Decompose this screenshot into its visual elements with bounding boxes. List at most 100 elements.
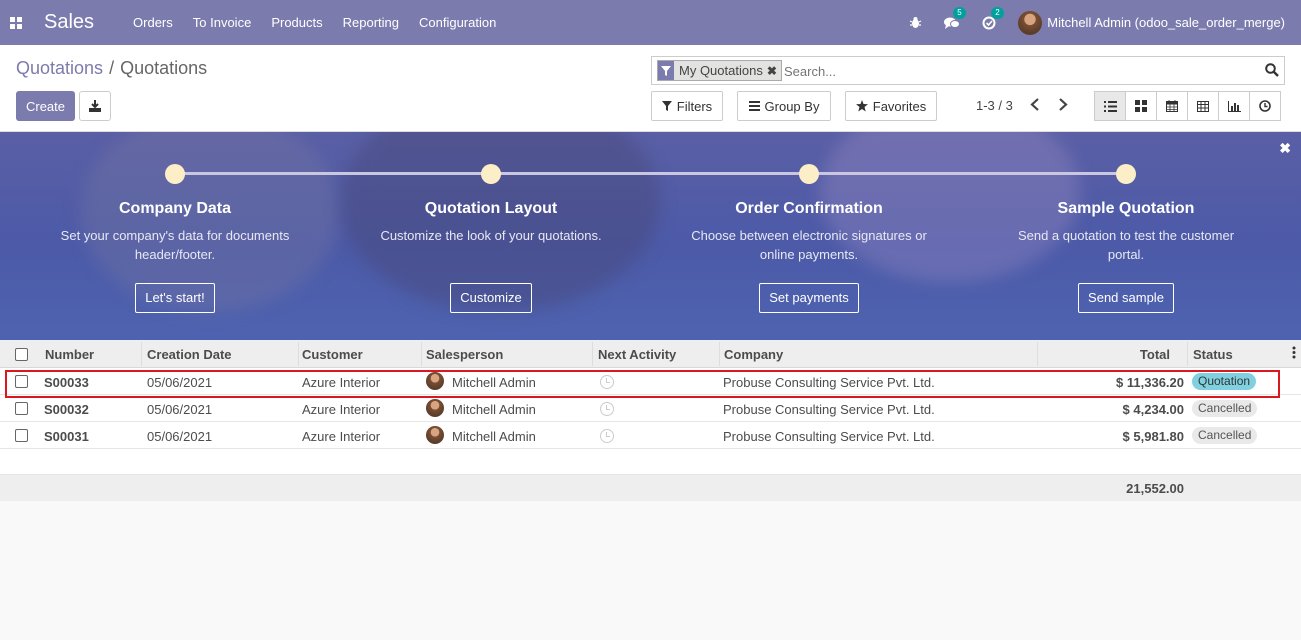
breadcrumb: Quotations / Quotations (16, 58, 207, 79)
company: Probuse Consulting Service Pvt. Ltd. (723, 429, 935, 444)
step-description: Set your company's data for documents he… (60, 228, 290, 262)
step-description: Send a quotation to test the customer po… (1017, 228, 1235, 262)
close-icon[interactable]: ✖ (1279, 140, 1291, 157)
column-number[interactable]: Number (45, 347, 94, 362)
create-button[interactable]: Create (16, 91, 75, 121)
menu-reporting[interactable]: Reporting (343, 15, 399, 30)
kanban-view-button[interactable] (1125, 91, 1157, 121)
calendar-view-button[interactable] (1156, 91, 1188, 121)
favorites-button[interactable]: Favorites (845, 91, 937, 121)
order-number: S00031 (44, 429, 89, 444)
step-title: Company Data (118, 200, 232, 217)
column-divider (719, 342, 720, 366)
pager-value[interactable]: 1-3 / 3 (976, 98, 1013, 113)
table-header: Number Creation Date Customer Salesperso… (0, 340, 1301, 368)
messages-badge: 5 (953, 6, 966, 19)
bars-icon (748, 101, 760, 111)
activities-icon[interactable]: 2 (982, 6, 1004, 30)
user-menu[interactable]: Mitchell Admin (odoo_sale_order_merge) (1047, 15, 1285, 30)
row-checkbox[interactable] (15, 429, 28, 442)
filters-button[interactable]: Filters (651, 91, 723, 121)
pivot-icon (1197, 100, 1209, 112)
step-description: Customize the look of your quotations. (380, 228, 602, 243)
breadcrumb-parent[interactable]: Quotations (16, 58, 103, 78)
column-total[interactable]: Total (1140, 347, 1170, 362)
chevron-left-icon[interactable] (1030, 98, 1040, 114)
clock-icon[interactable] (600, 402, 614, 416)
list-view-button[interactable] (1094, 91, 1126, 121)
search-bar: My Quotations ✖ (651, 56, 1285, 85)
menu-configuration[interactable]: Configuration (419, 15, 496, 30)
breadcrumb-separator: / (109, 58, 115, 78)
step-dot (165, 164, 185, 184)
salesperson-avatar (426, 399, 444, 417)
step-title: Order Confirmation (735, 200, 883, 217)
status-badge: Cancelled (1192, 427, 1258, 444)
graph-view-button[interactable] (1218, 91, 1250, 121)
lets-start-button[interactable]: Let's start! (135, 283, 215, 313)
row-checkbox[interactable] (15, 402, 28, 415)
clock-icon[interactable] (600, 429, 614, 443)
table-row[interactable]: S00032 05/06/2021 Azure Interior Mitchel… (0, 395, 1301, 422)
debug-bug-icon[interactable] (909, 16, 922, 29)
salesperson: Mitchell Admin (452, 429, 536, 444)
facet-remove-icon[interactable]: ✖ (767, 64, 781, 78)
menu-products[interactable]: Products (271, 15, 322, 30)
customer: Azure Interior (302, 402, 381, 417)
step-dot (1116, 164, 1136, 184)
group-by-button[interactable]: Group By (737, 91, 831, 121)
group-by-label: Group By (764, 98, 820, 114)
column-divider (421, 342, 422, 366)
send-sample-button[interactable]: Send sample (1078, 283, 1174, 313)
column-divider (1037, 342, 1038, 366)
status-badge: Cancelled (1192, 400, 1258, 417)
creation-date: 05/06/2021 (147, 429, 213, 444)
column-salesperson[interactable]: Salesperson (426, 347, 503, 362)
select-all-checkbox[interactable] (15, 348, 28, 361)
apps-menu-icon[interactable] (0, 0, 32, 45)
facet-label: My Quotations (679, 63, 763, 78)
breadcrumb-current: Quotations (120, 58, 208, 78)
filter-icon (661, 101, 672, 111)
list-icon (1103, 100, 1117, 112)
row-highlight-box (5, 370, 1280, 398)
column-customer[interactable]: Customer (302, 347, 363, 362)
onboarding-step-quotation-layout: Quotation Layout Customize the look of y… (366, 200, 616, 313)
main-menu: Orders To Invoice Products Reporting Con… (133, 15, 516, 30)
column-company[interactable]: Company (724, 347, 783, 362)
activity-view-button[interactable] (1249, 91, 1281, 121)
kanban-icon (1135, 100, 1147, 112)
salesperson-avatar (426, 426, 444, 444)
download-button[interactable] (79, 91, 111, 121)
column-creation-date[interactable]: Creation Date (147, 347, 232, 362)
column-next-activity[interactable]: Next Activity (598, 347, 676, 362)
download-icon (89, 100, 101, 112)
creation-date: 05/06/2021 (147, 402, 213, 417)
pivot-view-button[interactable] (1187, 91, 1219, 121)
user-avatar[interactable] (1018, 10, 1043, 35)
step-dot (481, 164, 501, 184)
filter-icon (658, 61, 674, 80)
menu-to-invoice[interactable]: To Invoice (193, 15, 252, 30)
favorites-label: Favorites (872, 98, 927, 114)
progress-track (175, 172, 1126, 175)
messages-icon[interactable]: 5 (944, 6, 966, 30)
optional-columns-icon[interactable] (1292, 346, 1296, 362)
customize-button[interactable]: Customize (450, 283, 532, 313)
customer: Azure Interior (302, 429, 381, 444)
table-footer: 21,552.00 (0, 475, 1301, 501)
app-name[interactable]: Sales (44, 11, 94, 34)
empty-row (0, 449, 1301, 475)
step-title: Sample Quotation (1057, 200, 1195, 217)
menu-orders[interactable]: Orders (133, 15, 173, 30)
search-icon[interactable] (1265, 63, 1279, 80)
chevron-right-icon[interactable] (1058, 98, 1068, 114)
filters-label: Filters (676, 98, 713, 114)
top-navbar: Sales Orders To Invoice Products Reporti… (0, 0, 1301, 45)
column-status[interactable]: Status (1193, 347, 1233, 362)
search-input[interactable] (784, 61, 1244, 81)
set-payments-button[interactable]: Set payments (759, 283, 859, 313)
quotations-table: Number Creation Date Customer Salesperso… (0, 340, 1301, 501)
table-row[interactable]: S00031 05/06/2021 Azure Interior Mitchel… (0, 422, 1301, 449)
onboarding-panel: ✖ Company Data Set your company's data f… (0, 132, 1301, 340)
